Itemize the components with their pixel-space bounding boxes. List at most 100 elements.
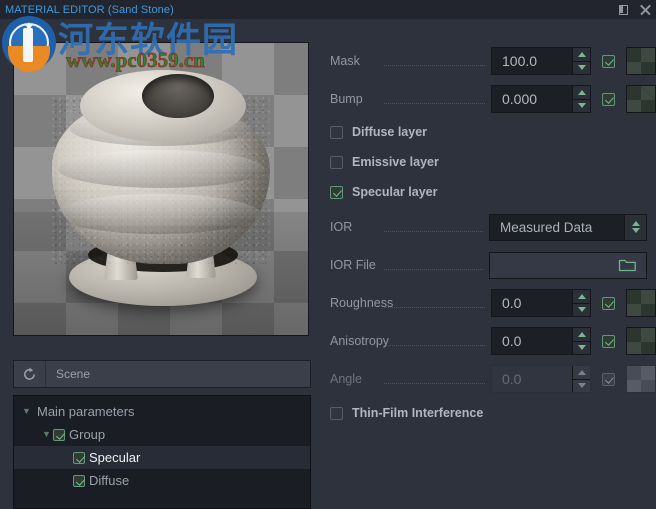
mask-value[interactable]: 100.0	[492, 48, 572, 74]
angle-stepper: 0.0	[491, 365, 591, 393]
ior-file-field[interactable]	[489, 252, 647, 279]
spinner-up-icon[interactable]	[573, 86, 590, 100]
angle-value: 0.0	[492, 366, 572, 392]
bump-stepper[interactable]: 0.000	[491, 85, 591, 113]
angle-label: Angle	[330, 372, 382, 386]
emissive-layer-checkbox[interactable]	[330, 156, 343, 169]
refresh-icon[interactable]	[14, 361, 46, 387]
spinner-down-icon[interactable]	[573, 62, 590, 75]
bump-row: Bump 0.000	[320, 84, 656, 114]
scene-field[interactable]: Scene	[46, 361, 310, 387]
ior-dropdown[interactable]: Measured Data	[489, 214, 647, 241]
title-bar: MATERIAL EDITOR (Sand Stone)	[0, 0, 656, 19]
angle-spinner-arrows	[572, 366, 590, 392]
properties-panel: Mask 100.0 Bump 0.000	[320, 19, 656, 509]
tree-item-checkbox[interactable]	[53, 429, 65, 441]
tree-item-main-parameters[interactable]: ▼ Main parameters	[14, 400, 310, 423]
mask-label: Mask	[330, 54, 382, 68]
diffuse-layer-label: Diffuse layer	[352, 125, 427, 139]
spinner-down-icon[interactable]	[573, 342, 590, 355]
mask-texture-swatch[interactable]	[626, 47, 656, 75]
spinner-up-icon[interactable]	[573, 328, 590, 342]
spinner-up-icon[interactable]	[573, 290, 590, 304]
thin-film-interference-checkbox[interactable]	[330, 407, 343, 420]
leader-dots	[384, 268, 483, 270]
bump-enable-checkbox[interactable]	[602, 93, 615, 106]
roughness-value[interactable]: 0.0	[492, 290, 572, 316]
leader-dots	[384, 344, 485, 346]
vessel-ridge	[58, 150, 264, 188]
window-title: MATERIAL EDITOR (Sand Stone)	[0, 4, 174, 16]
tree-item-label: Specular	[85, 450, 140, 465]
roughness-enable-checkbox[interactable]	[602, 297, 615, 310]
chevron-down-icon[interactable]: ▼	[40, 430, 53, 439]
preview-vessel	[36, 54, 286, 324]
specular-layer-checkbox[interactable]	[330, 186, 343, 199]
thin-film-interference-row[interactable]: Thin-Film Interference	[330, 402, 483, 424]
tree-item-label: Main parameters	[33, 404, 135, 419]
spinner-up-icon[interactable]	[573, 48, 590, 62]
mask-row: Mask 100.0	[320, 46, 656, 76]
window-controls	[617, 0, 652, 19]
tree-item-diffuse[interactable]: Diffuse	[14, 469, 310, 492]
roughness-row: Roughness 0.0	[320, 288, 656, 318]
tree-item-specular[interactable]: Specular	[14, 446, 310, 469]
bump-label: Bump	[330, 92, 382, 106]
anisotropy-stepper[interactable]: 0.0	[491, 327, 591, 355]
mask-stepper[interactable]: 100.0	[491, 47, 591, 75]
maximize-icon[interactable]	[617, 3, 630, 16]
tree-item-checkbox[interactable]	[73, 452, 85, 464]
spinner-down-icon[interactable]	[573, 100, 590, 113]
anisotropy-row: Anisotropy 0.0	[320, 326, 656, 356]
emissive-layer-label: Emissive layer	[352, 155, 439, 169]
anisotropy-spinner-arrows	[572, 328, 590, 354]
spinner-up-icon	[573, 366, 590, 380]
thin-film-interference-label: Thin-Film Interference	[352, 406, 483, 420]
angle-enable-checkbox	[602, 373, 615, 386]
updown-arrows-icon[interactable]	[624, 215, 646, 240]
tree-item-group[interactable]: ▼ Group	[14, 423, 310, 446]
emissive-layer-row[interactable]: Emissive layer	[330, 151, 439, 173]
tree-item-label: Group	[65, 427, 105, 442]
diffuse-layer-row[interactable]: Diffuse layer	[330, 121, 427, 143]
mask-enable-checkbox[interactable]	[602, 55, 615, 68]
leader-dots	[384, 306, 485, 308]
ior-selected-value: Measured Data	[490, 215, 624, 240]
anisotropy-value[interactable]: 0.0	[492, 328, 572, 354]
spinner-down-icon[interactable]	[573, 304, 590, 317]
leader-dots	[384, 382, 485, 384]
roughness-spinner-arrows	[572, 290, 590, 316]
parameter-tree[interactable]: ▼ Main parameters ▼ Group Specular Diffu…	[13, 395, 311, 509]
spinner-down-icon	[573, 380, 590, 393]
material-editor-window: MATERIAL EDITOR (Sand Stone)	[0, 0, 656, 509]
scene-row: Scene	[13, 360, 311, 388]
ior-file-label: IOR File	[330, 258, 382, 272]
bump-texture-swatch[interactable]	[626, 85, 656, 113]
ior-label: IOR	[330, 220, 382, 234]
diffuse-layer-checkbox[interactable]	[330, 126, 343, 139]
anisotropy-label: Anisotropy	[330, 334, 382, 348]
roughness-label: Roughness	[330, 296, 382, 310]
material-preview[interactable]	[13, 42, 309, 336]
ior-row: IOR Measured Data	[320, 212, 656, 242]
specular-layer-row[interactable]: Specular layer	[330, 181, 437, 203]
anisotropy-enable-checkbox[interactable]	[602, 335, 615, 348]
bump-value[interactable]: 0.000	[492, 86, 572, 112]
vessel-ridge	[56, 194, 260, 234]
chevron-down-icon[interactable]: ▼	[20, 407, 33, 416]
tree-item-label: Diffuse	[85, 473, 129, 488]
angle-texture-swatch	[626, 365, 656, 393]
angle-row: Angle 0.0	[320, 364, 656, 394]
leader-dots	[384, 230, 483, 232]
vessel-opening	[142, 74, 214, 118]
folder-icon[interactable]	[618, 257, 637, 273]
close-icon[interactable]	[639, 3, 652, 16]
bump-spinner-arrows	[572, 86, 590, 112]
leader-dots	[384, 64, 485, 66]
roughness-texture-swatch[interactable]	[626, 289, 656, 317]
tree-item-checkbox[interactable]	[73, 475, 85, 487]
specular-layer-label: Specular layer	[352, 185, 437, 199]
leader-dots	[384, 102, 485, 104]
roughness-stepper[interactable]: 0.0	[491, 289, 591, 317]
anisotropy-texture-swatch[interactable]	[626, 327, 656, 355]
